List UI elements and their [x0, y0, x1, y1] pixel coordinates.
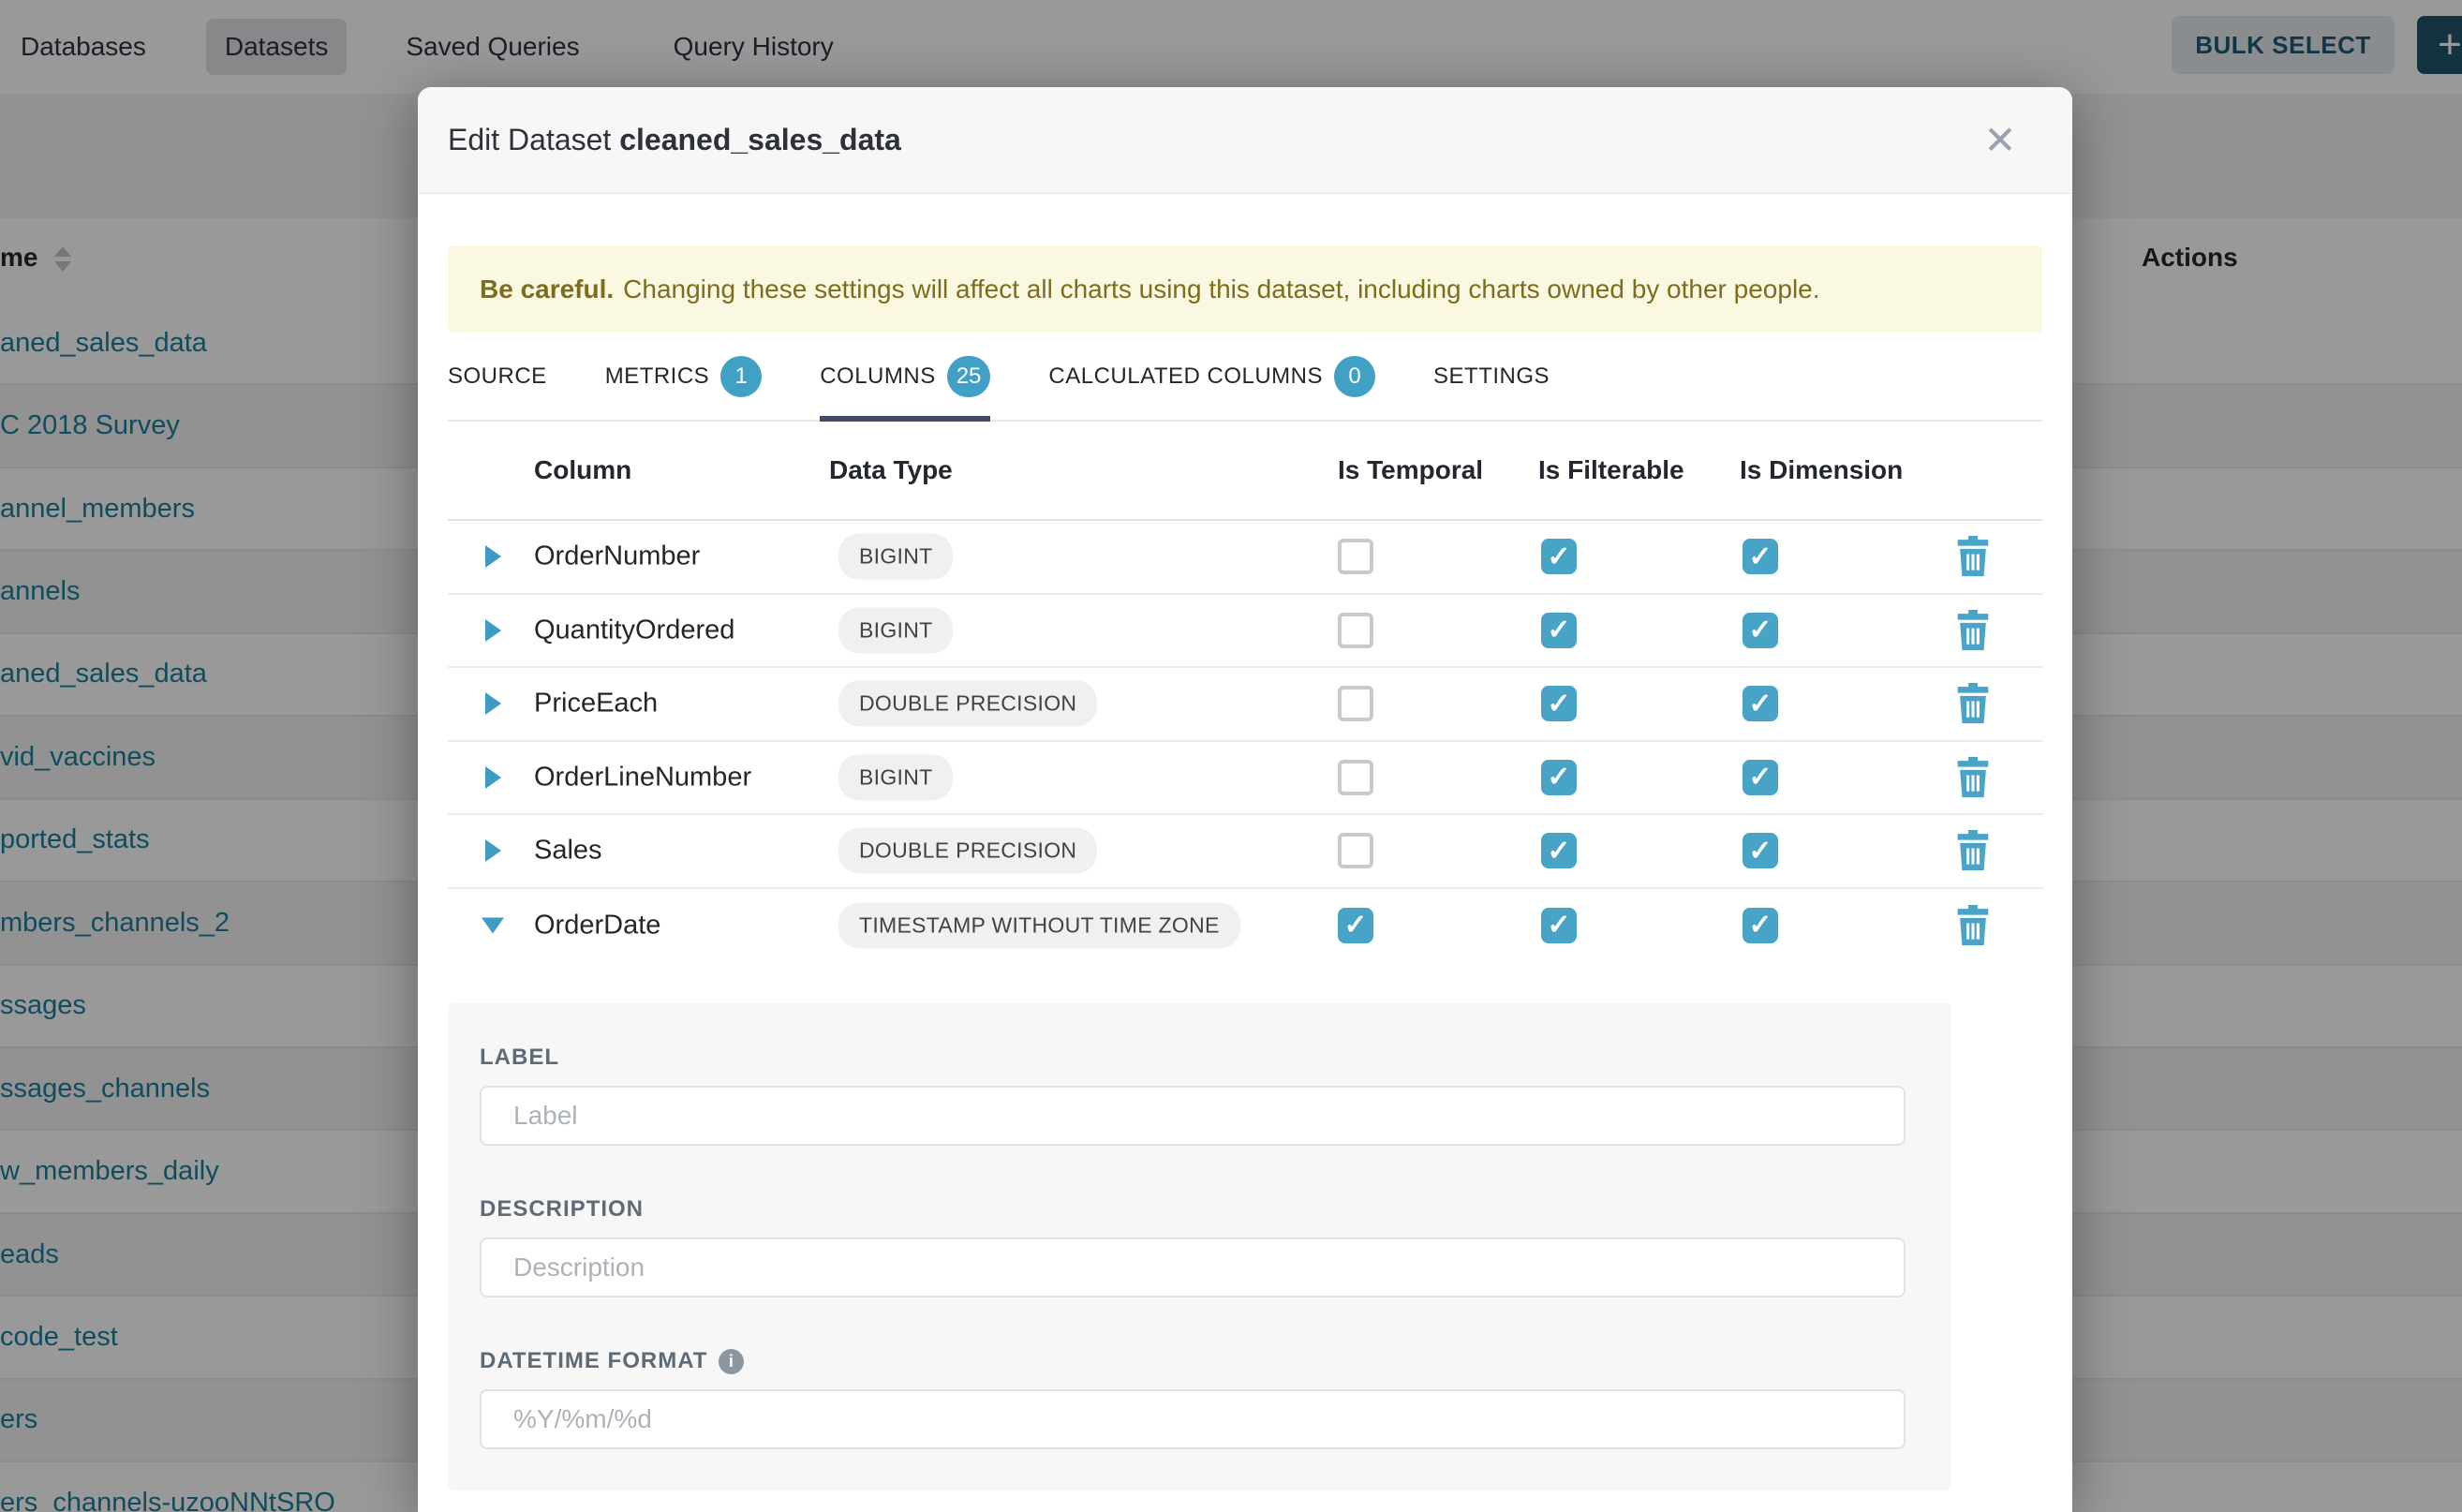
column-name: Sales: [534, 836, 602, 867]
modal-tabs: SOURCE METRICS 1 COLUMNS 25 CALCULATED C…: [448, 333, 2042, 422]
column-name: OrderLineNumber: [534, 762, 751, 793]
is-temporal-checkbox[interactable]: [1338, 760, 1373, 795]
data-type-pill: TIMESTAMP WITHOUT TIME ZONE: [838, 902, 1240, 948]
datetime-format-field-label: DATETIME FORMAT i: [480, 1348, 1920, 1374]
tab[interactable]: SETTINGS: [1433, 333, 1550, 420]
data-type-pill: BIGINT: [838, 534, 953, 580]
modal-title-prefix: Edit Dataset: [448, 123, 611, 156]
tab-label: METRICS: [605, 363, 710, 390]
column-detail-panel: LABEL DESCRIPTION DATETIME FORMAT i: [448, 1003, 1951, 1490]
warning-text: Changing these settings will affect all …: [623, 274, 1819, 304]
data-type-pill: DOUBLE PRECISION: [838, 681, 1097, 727]
warning-bold: Be careful.: [480, 274, 614, 304]
modal-title-dataset-name: cleaned_sales_data: [619, 123, 901, 156]
expand-caret-icon[interactable]: [485, 692, 501, 715]
delete-column-icon[interactable]: [1954, 610, 1992, 651]
is-dimension-checkbox[interactable]: ✓: [1743, 908, 1778, 943]
header-is-temporal: Is Temporal: [1338, 455, 1483, 485]
column-name: PriceEach: [534, 689, 658, 719]
label-field-label-text: LABEL: [480, 1045, 559, 1071]
columns-rows: OrderNumber BIGINT ✓ ✓ QuantityOrdered B…: [448, 521, 2043, 962]
tab-label: COLUMNS: [820, 363, 936, 390]
data-type-pill: BIGINT: [838, 754, 953, 800]
header-is-filterable: Is Filterable: [1538, 455, 1684, 485]
is-filterable-checkbox[interactable]: ✓: [1541, 613, 1577, 648]
expand-caret-icon[interactable]: [482, 917, 504, 933]
is-filterable-checkbox[interactable]: ✓: [1541, 686, 1577, 721]
delete-column-icon[interactable]: [1954, 830, 1992, 871]
tab[interactable]: METRICS 1: [605, 333, 763, 420]
datetime-format-input[interactable]: [480, 1389, 1906, 1449]
is-filterable-checkbox[interactable]: ✓: [1541, 833, 1577, 868]
table-row: OrderNumber BIGINT ✓ ✓: [448, 521, 2043, 595]
header-is-dimension: Is Dimension: [1740, 455, 1903, 485]
modal-title: Edit Dataset cleaned_sales_data: [448, 123, 901, 157]
description-input[interactable]: [480, 1238, 1906, 1297]
screen: Databases Datasets Saved Queries Query H…: [0, 0, 2462, 1512]
datetime-format-label-text: DATETIME FORMAT: [480, 1348, 707, 1374]
label-field-label: LABEL: [480, 1045, 1920, 1071]
description-field-label-text: DESCRIPTION: [480, 1196, 644, 1223]
expand-caret-icon[interactable]: [485, 839, 501, 862]
column-name: OrderNumber: [534, 541, 700, 572]
columns-table: Column Data Type Is Temporal Is Filterab…: [448, 422, 2043, 962]
table-row: PriceEach DOUBLE PRECISION ✓ ✓: [448, 668, 2043, 742]
column-name: OrderDate: [534, 910, 660, 941]
info-icon[interactable]: i: [719, 1349, 744, 1374]
tab-label: CALCULATED COLUMNS: [1048, 363, 1323, 390]
modal-body: Be careful. Changing these settings will…: [418, 245, 2072, 1490]
header-column: Column: [534, 455, 631, 485]
data-type-pill: BIGINT: [838, 607, 953, 653]
is-temporal-checkbox[interactable]: [1338, 686, 1373, 721]
edit-dataset-modal: Edit Dataset cleaned_sales_data ✕ Be car…: [418, 87, 2072, 1512]
is-dimension-checkbox[interactable]: ✓: [1743, 760, 1778, 795]
is-temporal-checkbox[interactable]: [1338, 613, 1373, 648]
is-dimension-checkbox[interactable]: ✓: [1743, 833, 1778, 868]
is-filterable-checkbox[interactable]: ✓: [1541, 539, 1577, 574]
delete-column-icon[interactable]: [1954, 683, 1992, 724]
is-filterable-checkbox[interactable]: ✓: [1541, 760, 1577, 795]
table-row: QuantityOrdered BIGINT ✓ ✓: [448, 595, 2043, 669]
tab-count-badge: 1: [720, 356, 762, 397]
is-filterable-checkbox[interactable]: ✓: [1541, 908, 1577, 943]
data-type-pill: DOUBLE PRECISION: [838, 828, 1097, 874]
is-dimension-checkbox[interactable]: ✓: [1743, 686, 1778, 721]
modal-header: Edit Dataset cleaned_sales_data ✕: [418, 87, 2072, 194]
tab-label: SETTINGS: [1433, 363, 1550, 390]
expand-caret-icon[interactable]: [485, 766, 501, 789]
table-row: OrderLineNumber BIGINT ✓ ✓: [448, 742, 2043, 816]
label-input[interactable]: [480, 1086, 1906, 1146]
warning-banner: Be careful. Changing these settings will…: [448, 245, 2042, 333]
columns-table-header: Column Data Type Is Temporal Is Filterab…: [448, 422, 2043, 521]
delete-column-icon[interactable]: [1954, 757, 1992, 798]
header-data-type: Data Type: [829, 455, 953, 485]
description-field-label: DESCRIPTION: [480, 1196, 1920, 1223]
table-row: Sales DOUBLE PRECISION ✓ ✓: [448, 815, 2043, 889]
tab[interactable]: CALCULATED COLUMNS 0: [1048, 333, 1375, 420]
is-temporal-checkbox[interactable]: ✓: [1338, 908, 1373, 943]
delete-column-icon[interactable]: [1954, 905, 1992, 946]
is-temporal-checkbox[interactable]: [1338, 833, 1373, 868]
is-temporal-checkbox[interactable]: [1338, 539, 1373, 574]
expand-caret-icon[interactable]: [485, 619, 501, 642]
is-dimension-checkbox[interactable]: ✓: [1743, 613, 1778, 648]
tab[interactable]: SOURCE: [448, 333, 547, 420]
delete-column-icon[interactable]: [1954, 536, 1992, 577]
is-dimension-checkbox[interactable]: ✓: [1743, 539, 1778, 574]
table-row: OrderDate TIMESTAMP WITHOUT TIME ZONE ✓ …: [448, 889, 2043, 963]
column-name: QuantityOrdered: [534, 615, 734, 645]
tab[interactable]: COLUMNS 25: [820, 333, 990, 420]
close-icon[interactable]: ✕: [1973, 113, 2027, 168]
tab-label: SOURCE: [448, 363, 547, 390]
tab-count-badge: 25: [947, 356, 991, 397]
expand-caret-icon[interactable]: [485, 545, 501, 568]
tab-count-badge: 0: [1334, 356, 1375, 397]
